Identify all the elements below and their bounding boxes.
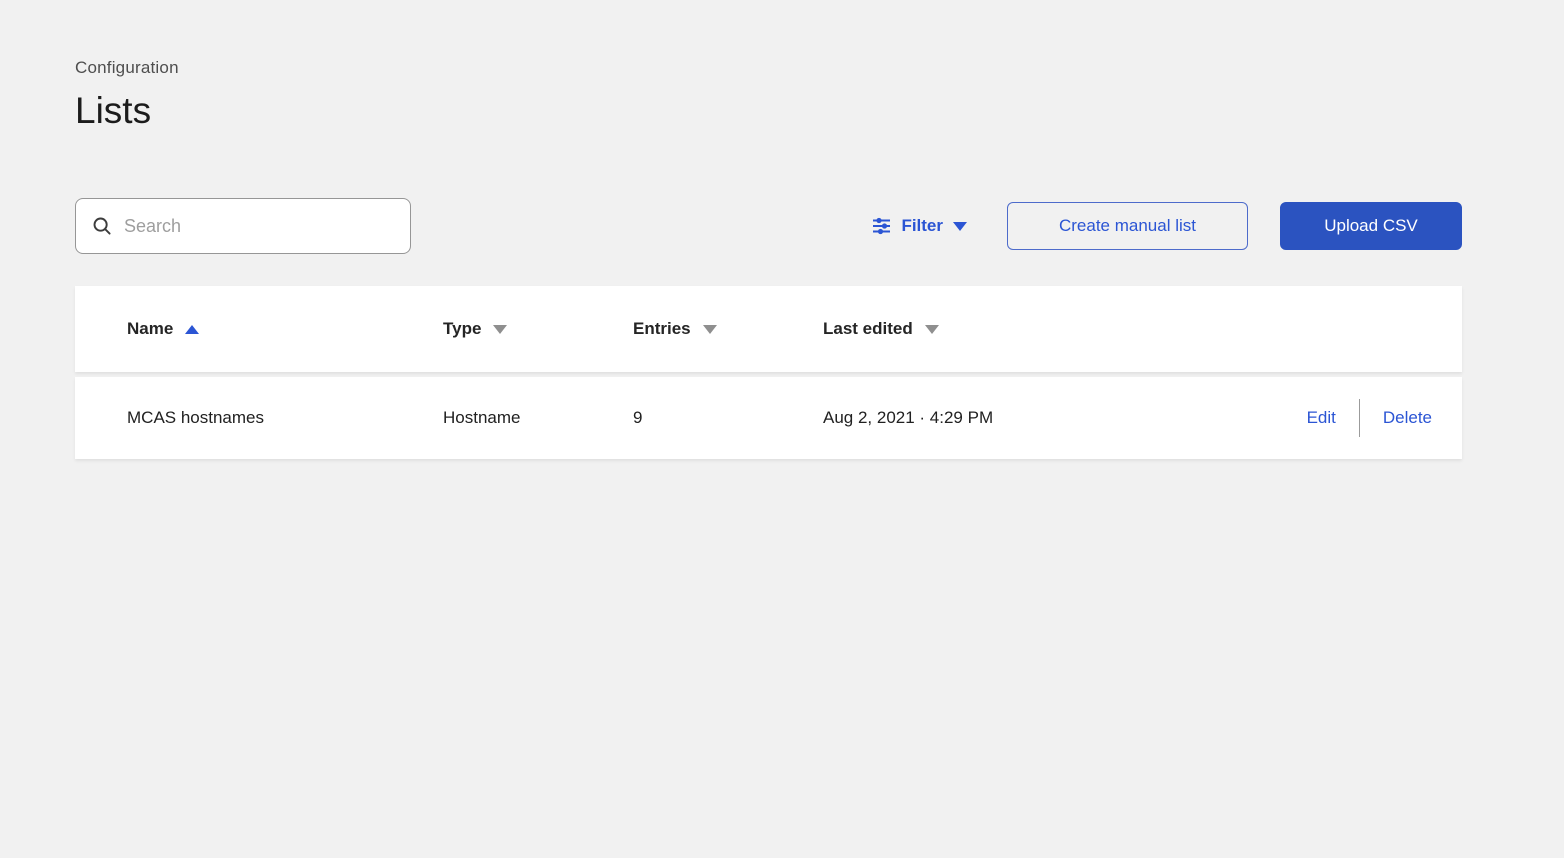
caret-down-icon [702, 324, 717, 334]
breadcrumb: Configuration [75, 58, 179, 77]
toolbar: Filter Create manual list Upload CSV [75, 198, 1462, 254]
cell-type: Hostname [443, 408, 521, 427]
table-header-row: Name Type Entries Last edited [75, 286, 1462, 372]
caret-down-icon [493, 324, 508, 334]
page-title: Lists [75, 90, 152, 131]
chevron-down-icon [953, 221, 967, 231]
column-label: Last edited [823, 319, 913, 338]
column-header-type[interactable]: Type [443, 319, 633, 339]
row-actions: Edit Delete [1307, 399, 1432, 437]
filter-label: Filter [901, 216, 943, 235]
divider [1358, 399, 1360, 437]
caret-down-icon [924, 324, 939, 334]
caret-up-icon [185, 324, 200, 334]
table-row: MCAS hostnames Hostname 9 Aug 2, 2021 · … [75, 377, 1462, 459]
upload-csv-button[interactable]: Upload CSV [1280, 202, 1462, 250]
column-label: Entries [633, 319, 691, 338]
edit-link[interactable]: Edit [1307, 408, 1336, 428]
toolbar-actions: Filter Create manual list Upload CSV [871, 202, 1462, 250]
column-label: Type [443, 319, 482, 338]
cell-last-edited: Aug 2, 2021 · 4:29 PM [823, 408, 994, 427]
column-header-entries[interactable]: Entries [633, 319, 823, 339]
lists-page: { "page": { "eyebrow": "Configuration", … [0, 58, 1564, 858]
filter-dropdown[interactable]: Filter [871, 216, 967, 236]
column-label: Name [127, 319, 174, 338]
column-header-name[interactable]: Name [127, 319, 443, 339]
cell-name: MCAS hostnames [127, 408, 264, 427]
filter-sliders-icon [871, 216, 892, 236]
search-box[interactable] [75, 198, 411, 254]
search-input[interactable] [124, 215, 396, 237]
search-icon [92, 216, 112, 236]
cell-entries: 9 [633, 408, 643, 427]
column-header-last-edited[interactable]: Last edited [823, 319, 1432, 339]
main-content: Configuration Lists Search Filter Create… [0, 58, 1564, 459]
lists-table: Name Type Entries Last edited MCAS hostn… [75, 286, 1462, 459]
delete-link[interactable]: Delete [1383, 408, 1432, 428]
create-manual-list-button[interactable]: Create manual list [1007, 202, 1248, 250]
